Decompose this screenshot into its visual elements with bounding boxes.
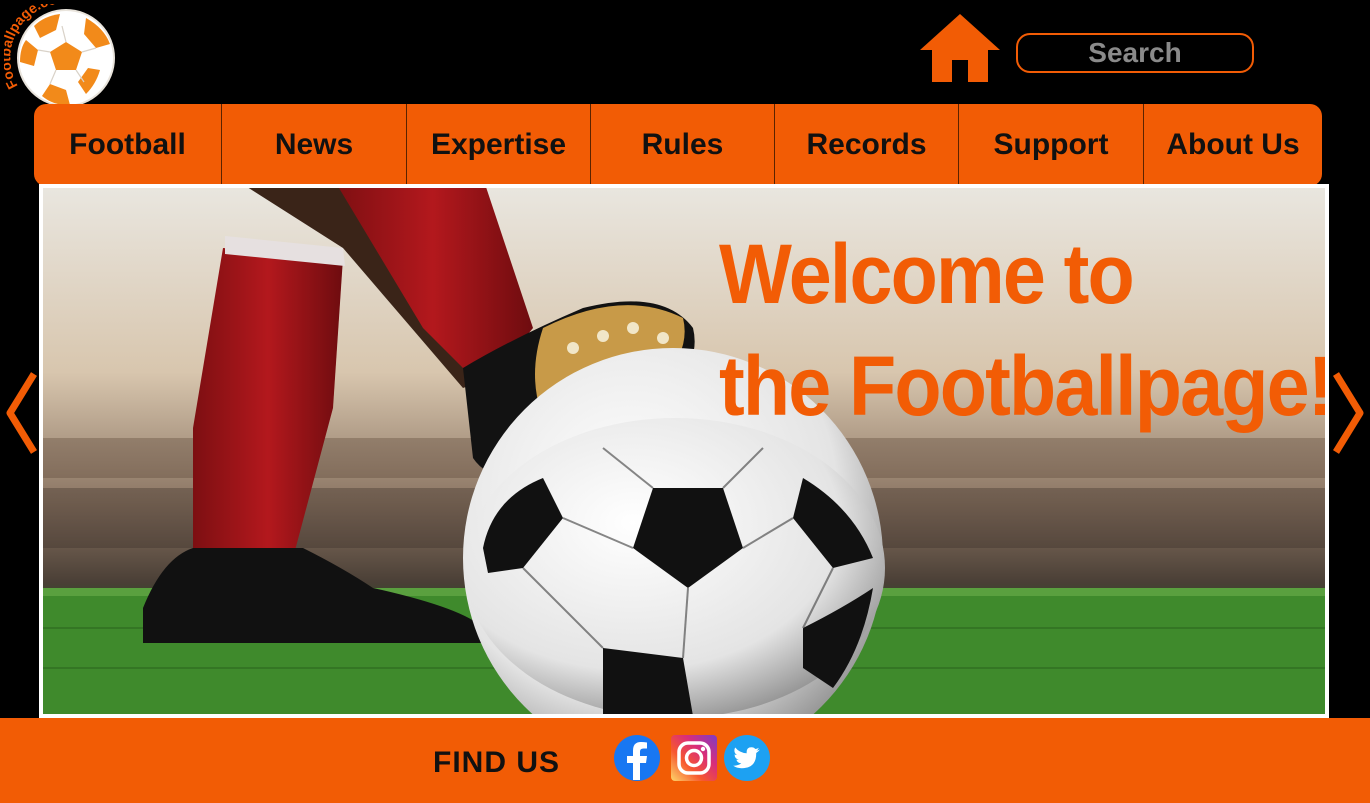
facebook-icon xyxy=(614,735,660,781)
hero-title-line2: the Footballpage! xyxy=(719,339,1325,433)
home-icon xyxy=(920,14,1000,82)
nav-item-about-us[interactable]: About Us xyxy=(1144,104,1322,186)
nav-item-football[interactable]: Football xyxy=(34,104,222,186)
nav-item-records[interactable]: Records xyxy=(775,104,959,186)
hero-banner: Welcome to the Footballpage! xyxy=(39,184,1329,718)
hero-title-line1: Welcome to xyxy=(719,227,1135,321)
page: Footballpage.com Football News Expertise… xyxy=(0,0,1370,803)
twitter-link[interactable] xyxy=(723,734,771,782)
instagram-link[interactable] xyxy=(670,734,718,782)
nav-item-expertise[interactable]: Expertise xyxy=(407,104,591,186)
instagram-icon xyxy=(671,735,717,781)
facebook-link[interactable] xyxy=(613,734,661,782)
search-box xyxy=(1016,33,1254,73)
find-us-label: FIND US xyxy=(433,746,560,779)
site-logo[interactable]: Footballpage.com xyxy=(4,4,120,108)
hero-title: Welcome to the Footballpage! xyxy=(719,218,1325,442)
footer: FIND US xyxy=(0,718,1370,803)
twitter-icon xyxy=(724,735,770,781)
main-nav: Football News Expertise Rules Records Su… xyxy=(34,104,1322,186)
carousel-prev-button[interactable] xyxy=(4,370,44,456)
carousel-next-button[interactable] xyxy=(1328,370,1368,456)
chevron-left-icon xyxy=(6,372,37,454)
home-button[interactable] xyxy=(918,12,1002,84)
chevron-right-icon xyxy=(1333,372,1364,454)
hero-image: Welcome to the Footballpage! xyxy=(43,188,1325,714)
search-input[interactable] xyxy=(1018,35,1252,71)
nav-item-support[interactable]: Support xyxy=(959,104,1144,186)
soccer-ball-logo-icon: Footballpage.com xyxy=(4,4,115,107)
nav-item-news[interactable]: News xyxy=(222,104,407,186)
nav-item-rules[interactable]: Rules xyxy=(591,104,775,186)
